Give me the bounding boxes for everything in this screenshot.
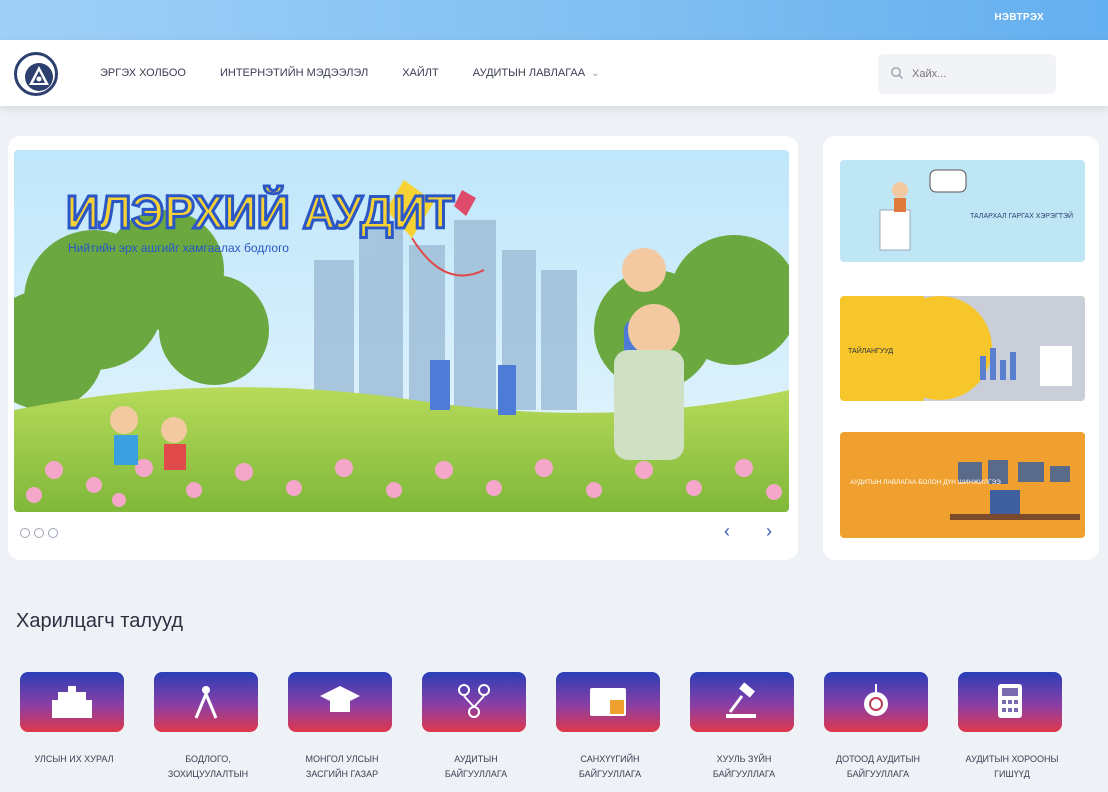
login-link[interactable]: НЭВТРЭХ — [994, 12, 1044, 23]
hero-carousel: ИЛЭРХИЙ АУДИТ Нийтийн эрх ашгийг хамгаал… — [8, 136, 798, 560]
partner-tile-8 — [958, 672, 1062, 732]
section-title: Харилцагч талууд — [16, 610, 184, 632]
side-ad-1-illustration: ТАЛАРХАЛ ГАРГАХ ХЭРЭГТЭЙ — [879, 169, 1073, 251]
partner-item-8[interactable]: АУДИТЫН ХОРООНЫ ГИШҮҮД — [958, 672, 1066, 782]
side-ad-2-illustration: ТАЙЛАНГУУД — [848, 296, 1085, 401]
side-ad-1-text: ТАЛАРХАЛ ГАРГАХ ХЭРЭГТЭЙ — [970, 211, 1073, 220]
partner-name-2: БОДЛОГО, ЗОХИЦУУЛАЛТЫН — [167, 754, 249, 779]
banner-headline: ИЛЭРХИЙ АУДИТ — [66, 186, 454, 238]
partner-name-3: МОНГОЛ УЛСЫН ЗАСГИЙН ГАЗАР — [305, 754, 379, 779]
partner-item-3[interactable]: МОНГОЛ УЛСЫН ЗАСГИЙН ГАЗАР — [288, 672, 396, 782]
partner-item-7[interactable]: ДОТООД АУДИТЫН БАЙГУУЛЛАГА — [824, 672, 932, 782]
carousel-dot-1[interactable] — [20, 528, 30, 538]
nav-item-4-label: АУДИТЫН ЛАВЛАГАА — [472, 67, 586, 79]
calculator-icon — [998, 684, 1022, 718]
bank-icon — [590, 688, 626, 716]
search-input[interactable] — [912, 64, 1042, 84]
partner-tile-4 — [422, 672, 526, 732]
carousel-next-icon[interactable]: › — [758, 520, 780, 542]
carousel-dot-2[interactable] — [34, 528, 44, 538]
partner-item-4[interactable]: АУДИТЫН БАЙГУУЛЛАГА — [422, 672, 530, 782]
logo[interactable] — [14, 52, 58, 96]
side-ad-2[interactable]: ТАЙЛАНГУУД — [840, 296, 1085, 401]
nav-item-1[interactable]: ЭРГЭХ ХОЛБОО — [100, 67, 186, 79]
partner-item-5[interactable]: САНХҮҮГИЙН БАЙГУУЛЛАГА — [556, 672, 664, 782]
partner-tile-7 — [824, 672, 928, 732]
header: ЭРГЭХ ХОЛБОО ИНТЕРНЭТИЙН МЭДЭЭЛЭЛ ХАЙЛТ … — [0, 40, 1108, 106]
top-strip: НЭВТРЭХ — [0, 0, 1108, 40]
partner-tile-1 — [20, 672, 124, 732]
partner-name-6: ХУУЛЬ ЗҮЙН БАЙГУУЛЛАГА — [712, 754, 776, 779]
nav-item-3[interactable]: ХАЙЛТ — [402, 67, 439, 79]
hero-illustration: ИЛЭРХИЙ АУДИТ Нийтийн эрх ашгийг хамгаал… — [14, 150, 789, 512]
nav-item-4[interactable]: АУДИТЫН ЛАВЛАГАА ⌄ — [473, 67, 600, 79]
graduation-cap-icon — [320, 686, 360, 712]
main-nav: ЭРГЭХ ХОЛБОО ИНТЕРНЭТИЙН МЭДЭЭЛЭЛ ХАЙЛТ … — [100, 67, 600, 79]
side-panel: ТАЛАРХАЛ ГАРГАХ ХЭРЭГТЭЙ ТАЙЛАНГУУД АУДИ… — [823, 136, 1099, 560]
carousel-dot-3[interactable] — [48, 528, 58, 538]
search-icon — [891, 67, 903, 79]
side-ad-3-text: АУДИТЫН ЛАВЛАГАА БОЛОН ДҮН ШИНЖИЛГЭЭ — [850, 479, 1001, 486]
compass-icon — [194, 686, 218, 719]
partner-item-2[interactable]: БОДЛОГО, ЗОХИЦУУЛАЛТЫН — [154, 672, 262, 782]
partners-list: УЛСЫН ИХ ХУРАЛ БОДЛОГО, ЗОХИЦУУЛАЛТЫН МО… — [20, 672, 1100, 792]
partner-tile-6 — [690, 672, 794, 732]
banner-subline: Нийтийн эрх ашгийг хамгаалах бодлого — [68, 241, 289, 255]
partner-name-8: АУДИТЫН ХОРООНЫ ГИШҮҮД — [965, 754, 1059, 779]
carousel-prev-icon[interactable]: ‹ — [716, 520, 738, 542]
side-ad-3-illustration: АУДИТЫН ЛАВЛАГАА БОЛОН ДҮН ШИНЖИЛГЭЭ — [850, 460, 1080, 520]
chevron-down-icon: ⌄ — [591, 68, 600, 79]
carousel-dots — [20, 528, 58, 538]
side-ad-2-text: ТАЙЛАНГУУД — [848, 346, 893, 355]
partner-item-1[interactable]: УЛСЫН ИХ ХУРАЛ — [20, 672, 128, 767]
partner-name-7: ДОТООД АУДИТЫН БАЙГУУЛЛАГА — [835, 754, 921, 779]
partner-tile-3 — [288, 672, 392, 732]
globe-icon — [864, 684, 888, 716]
partner-tile-5 — [556, 672, 660, 732]
people-network-icon — [458, 684, 490, 718]
side-ad-3[interactable]: АУДИТЫН ЛАВЛАГАА БОЛОН ДҮН ШИНЖИЛГЭЭ — [840, 432, 1085, 538]
parliament-icon — [52, 686, 92, 718]
hero-banner[interactable]: ИЛЭРХИЙ АУДИТ Нийтийн эрх ашгийг хамгаал… — [14, 150, 789, 512]
partner-name-5: САНХҮҮГИЙН БАЙГУУЛЛАГА — [578, 754, 642, 779]
partner-item-6[interactable]: ХУУЛЬ ЗҮЙН БАЙГУУЛЛАГА — [690, 672, 798, 782]
gavel-icon — [726, 682, 756, 718]
partner-name-1: УЛСЫН ИХ ХУРАЛ — [34, 754, 114, 764]
side-ad-1[interactable]: ТАЛАРХАЛ ГАРГАХ ХЭРЭГТЭЙ — [840, 160, 1085, 262]
partner-name-4: АУДИТЫН БАЙГУУЛЛАГА — [444, 754, 508, 779]
nav-item-2[interactable]: ИНТЕРНЭТИЙН МЭДЭЭЛЭЛ — [220, 67, 368, 79]
partner-tile-2 — [154, 672, 258, 732]
search-box[interactable] — [878, 54, 1056, 94]
logo-emblem-icon — [25, 63, 53, 91]
